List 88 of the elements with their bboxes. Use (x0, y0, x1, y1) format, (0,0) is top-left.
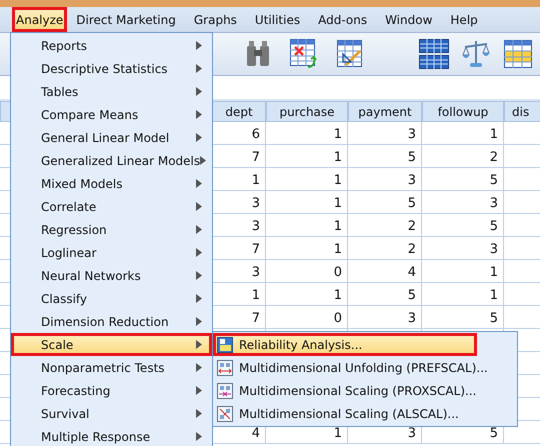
menu-item[interactable]: Direct Marketing (67, 7, 185, 32)
column-header[interactable]: dis (504, 101, 540, 122)
menu-item[interactable]: Nonparametric Tests (11, 356, 212, 379)
submenu-arrow-icon (196, 225, 202, 234)
column-header[interactable]: payment (348, 101, 422, 122)
submenu-arrow-icon (196, 202, 202, 211)
menu-item[interactable]: Correlate (11, 195, 212, 218)
table-edit-icon[interactable] (337, 40, 363, 68)
menu-item[interactable]: Add-ons (309, 7, 376, 32)
menu-item[interactable]: Reliability Analysis... (213, 333, 477, 356)
table-cell: 1 (266, 191, 348, 214)
submenu-arrow-icon (196, 64, 202, 73)
menu-item[interactable]: Utilities (246, 7, 310, 32)
submenu-arrow-icon (196, 271, 202, 280)
table-cell: 5 (348, 191, 422, 214)
menu-item[interactable]: Multidimensional Unfolding (PREFSCAL)... (213, 356, 517, 379)
submenu-arrow-icon (196, 294, 202, 303)
menu-item[interactable]: Mixed Models (11, 172, 212, 195)
menu-item[interactable]: Regression (11, 218, 212, 241)
menu-item[interactable]: Loglinear (11, 241, 212, 264)
table-icon[interactable] (504, 40, 532, 68)
submenu-arrow-icon (196, 363, 202, 372)
table-cell: 1 (266, 122, 348, 145)
column-header[interactable]: dept (212, 101, 266, 122)
menu-item[interactable]: Scale (11, 333, 212, 356)
submenu-arrow-icon (196, 317, 202, 326)
table-cell: 1 (266, 145, 348, 168)
table-cell: 2 (348, 237, 422, 260)
table-cell: 5 (422, 214, 504, 237)
menu-item[interactable]: Help (441, 7, 487, 32)
submenu-arrow-icon (196, 110, 202, 119)
submenu-arrow-icon (200, 156, 206, 165)
menu-item[interactable]: Neural Networks (11, 264, 212, 287)
menu-item[interactable]: Multidimensional Scaling (PROXSCAL)... (213, 379, 517, 402)
submenu-arrow-icon (196, 386, 202, 395)
table-cell: 1 (266, 214, 348, 237)
insert-cases-icon[interactable] (290, 39, 318, 69)
grid-arrows-icon (217, 406, 233, 422)
table-cell: 3 (422, 237, 504, 260)
table-cell: 2 (348, 214, 422, 237)
column-header[interactable]: followup (422, 101, 504, 122)
table-cell: 1 (422, 122, 504, 145)
menu-item[interactable]: Graphs (184, 7, 246, 32)
scale-icon[interactable] (462, 39, 490, 69)
submenu-arrow-icon (196, 432, 202, 441)
split-table-icon[interactable] (419, 39, 449, 69)
table-cell: 5 (422, 306, 504, 329)
submenu-arrow-icon (196, 248, 202, 257)
table-cell: 4 (348, 260, 422, 283)
column-header[interactable]: purchase (266, 101, 348, 122)
menu-item[interactable]: Dimension Reduction (11, 310, 212, 333)
menu-item[interactable]: Tables (11, 80, 212, 103)
menu-item[interactable]: Forecasting (11, 379, 212, 402)
grid-arrows-icon (217, 382, 233, 398)
menu-item[interactable]: General Linear Model (11, 126, 212, 149)
table-cell: 0 (266, 260, 348, 283)
submenu-arrow-icon (196, 409, 202, 418)
table-cell: 3 (348, 122, 422, 145)
table-cell: 5 (348, 283, 422, 306)
menu-item[interactable]: Compare Means (11, 103, 212, 126)
menu-item[interactable]: Generalized Linear Models (11, 149, 212, 172)
menu-item[interactable]: Analyze (12, 7, 68, 32)
table-cell: 1 (266, 237, 348, 260)
binoculars-icon[interactable] (245, 40, 271, 68)
menu-item[interactable]: Classify (11, 287, 212, 310)
table-cell: 3 (422, 191, 504, 214)
table-cell: 5 (348, 145, 422, 168)
menu-item[interactable]: Survival (11, 402, 212, 425)
table-cell: 5 (422, 168, 504, 191)
menu-item[interactable]: Multiple Response (11, 425, 212, 446)
submenu-arrow-icon (196, 133, 202, 142)
submenu-arrow-icon (196, 87, 202, 96)
table-cell: 1 (266, 283, 348, 306)
table-cell: 2 (422, 145, 504, 168)
submenu-arrow-icon (196, 340, 202, 349)
table-cell: 3 (348, 306, 422, 329)
table-cell: 1 (266, 168, 348, 191)
submenu-arrow-icon (196, 179, 202, 188)
menu-item[interactable]: Descriptive Statistics (11, 57, 212, 80)
submenu-arrow-icon (196, 41, 202, 50)
menu-item[interactable]: Window (376, 7, 442, 32)
table-cell: 1 (422, 283, 504, 306)
grid-arrows-icon (217, 360, 233, 376)
table-cell: 3 (348, 168, 422, 191)
table-cell: 0 (266, 306, 348, 329)
table-icon (217, 336, 233, 352)
menu-item[interactable]: Reports (11, 34, 212, 57)
table-cell: 1 (422, 260, 504, 283)
